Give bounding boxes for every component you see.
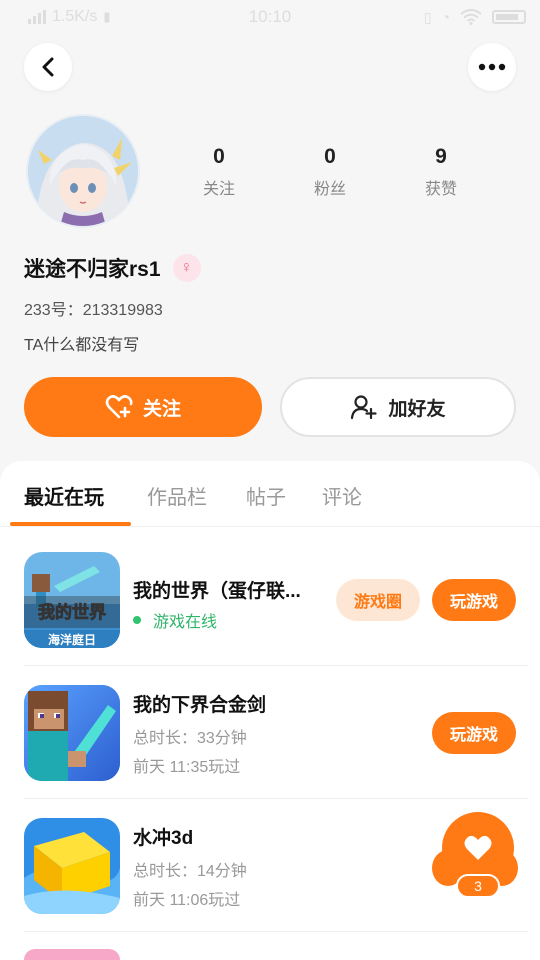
following-label: 关注 xyxy=(202,181,235,198)
add-user-icon xyxy=(351,395,378,420)
tab-works[interactable]: 作品栏 xyxy=(147,481,207,510)
user-bio: TA什么都没有写 xyxy=(24,337,140,354)
chevron-left-icon xyxy=(42,57,54,77)
tab-bar: 最近在玩 作品栏 帖子 评论 xyxy=(0,461,540,527)
status-bar: 1.5K/s ▮ 10:10 ▯ ◔ xyxy=(0,0,540,34)
stat-following[interactable]: 0 关注 xyxy=(174,145,264,199)
username: 迷途不归家rs1 xyxy=(24,258,161,281)
follow-label: 关注 xyxy=(142,398,181,420)
game-icon-netherite-sword[interactable] xyxy=(24,685,120,781)
likes-label: 获赞 xyxy=(424,181,457,198)
play-duration: 总时长：33分钟 xyxy=(133,730,247,747)
row-divider xyxy=(24,931,528,932)
following-count: 0 xyxy=(213,145,225,168)
game-icon-partial[interactable] xyxy=(24,949,120,960)
game-title: 我的世界（蛋仔联... xyxy=(133,581,301,602)
stat-followers[interactable]: 0 粉丝 xyxy=(285,145,375,199)
last-played: 前天 11:06玩过 xyxy=(133,892,241,909)
game-icon-water-rush[interactable] xyxy=(24,818,120,914)
game-circle-button[interactable]: 游戏圈 xyxy=(336,579,420,621)
battery-icon xyxy=(492,10,526,24)
tab-recently-played[interactable]: 最近在玩 xyxy=(24,481,104,510)
like-fab[interactable]: 3 xyxy=(432,812,518,900)
follow-button[interactable]: 关注 xyxy=(24,377,262,437)
play-duration: 总时长：14分钟 xyxy=(133,863,247,880)
signal-icon xyxy=(28,10,46,24)
game-title: 我的下界合金剑 xyxy=(133,695,267,716)
minecraft-cover-icon: 我的世界 海洋庭日 xyxy=(24,552,120,648)
last-played: 前天 11:35玩过 xyxy=(133,759,241,776)
game-title: 水冲3d xyxy=(133,828,194,849)
online-status: 游戏在线 xyxy=(133,608,217,632)
game-row[interactable]: 我的世界 海洋庭日 我的世界（蛋仔联... 游戏在线 游戏圈 玩游戏 xyxy=(0,533,540,666)
play-game-button[interactable]: 玩游戏 xyxy=(432,712,516,754)
more-options-button[interactable] xyxy=(468,43,516,91)
game-row[interactable]: 我的下界合金剑 总时长：33分钟 前天 11:35玩过 玩游戏 xyxy=(0,666,540,799)
notification-icon: ▮ xyxy=(103,9,111,24)
username-row: 迷途不归家rs1 ♀ xyxy=(24,253,201,283)
more-dots-icon xyxy=(478,63,506,71)
wifi-icon xyxy=(460,9,482,25)
svg-text:我的世界: 我的世界 xyxy=(38,602,106,623)
add-friend-button[interactable]: 加好友 xyxy=(280,377,516,437)
avatar-image xyxy=(28,116,138,226)
play-game-button[interactable]: 玩游戏 xyxy=(432,579,516,621)
add-friend-label: 加好友 xyxy=(388,398,446,420)
back-button[interactable] xyxy=(24,43,72,91)
followers-count: 0 xyxy=(324,145,336,168)
like-count-badge: 3 xyxy=(456,874,500,898)
likes-count: 9 xyxy=(435,145,447,168)
female-gender-icon: ♀ xyxy=(172,254,201,282)
netherite-sword-cover-icon xyxy=(24,685,120,781)
game-icon-minecraft[interactable]: 我的世界 海洋庭日 xyxy=(24,552,120,648)
network-speed: 1.5K/s xyxy=(52,8,98,25)
tab-comments[interactable]: 评论 xyxy=(322,481,362,510)
alarm-icon: ◔ xyxy=(441,9,450,25)
followers-label: 粉丝 xyxy=(313,181,346,198)
stat-likes[interactable]: 9 获赞 xyxy=(396,145,486,199)
user-id: 233号：213319983 xyxy=(24,302,163,319)
online-dot-icon xyxy=(133,616,141,624)
online-status-label: 游戏在线 xyxy=(153,614,218,631)
heart-plus-icon xyxy=(105,395,133,419)
tab-posts[interactable]: 帖子 xyxy=(246,481,286,510)
avatar[interactable] xyxy=(26,114,140,228)
water-rush-cover-icon xyxy=(24,818,120,914)
svg-text:海洋庭日: 海洋庭日 xyxy=(48,632,96,647)
heart-icon xyxy=(464,835,492,860)
sim-icon: ▯ xyxy=(423,8,432,25)
active-tab-indicator xyxy=(10,522,131,526)
